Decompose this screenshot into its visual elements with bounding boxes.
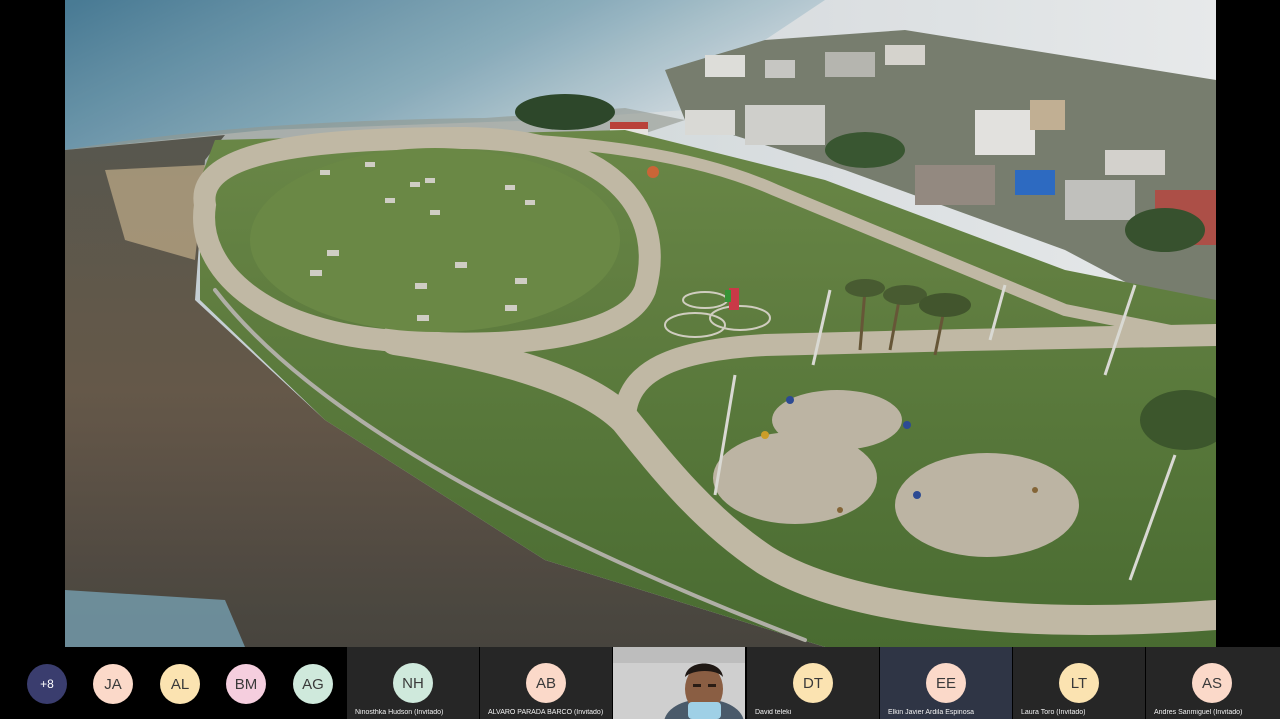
aerial-park-scene [65, 0, 1216, 647]
avatar: DT [793, 663, 833, 703]
participant-tile-ee[interactable]: EE Elkin Javier Ardila Espinosa [880, 647, 1012, 719]
participant-tile-nh[interactable]: NH Ninosthka Hudson (Invitado) [347, 647, 479, 719]
participant-name: ALVARO PARADA BARCO (Invitado) [488, 709, 604, 716]
participant-tile-lt[interactable]: LT Laura Toro (Invitado) [1013, 647, 1145, 719]
participant-tile-dt[interactable]: DT David teleki [747, 647, 879, 719]
participant-tile-camera[interactable] [613, 647, 745, 719]
avatar: EE [926, 663, 966, 703]
participant-avatar-ja[interactable]: JA [93, 664, 133, 704]
webcam-feed [613, 647, 745, 719]
more-participants-badge[interactable]: +8 [27, 664, 67, 704]
participant-name: David teleki [755, 709, 792, 716]
participant-avatar-ag[interactable]: AG [293, 664, 333, 704]
participant-name: Laura Toro (Invitado) [1021, 709, 1086, 716]
participant-avatar-bm[interactable]: BM [226, 664, 266, 704]
participant-name: Ninosthka Hudson (Invitado) [355, 709, 444, 716]
avatar: NH [393, 663, 433, 703]
participant-tile-as[interactable]: AS Andres Sanmiguel (Invitado) [1146, 647, 1280, 719]
participant-tile-ab[interactable]: AB ALVARO PARADA BARCO (Invitado) [480, 647, 612, 719]
shared-video-stage [0, 0, 1280, 647]
avatar: AB [526, 663, 566, 703]
avatar: AS [1192, 663, 1232, 703]
drone-video-feed[interactable] [65, 0, 1216, 647]
participant-avatar-al[interactable]: AL [160, 664, 200, 704]
participant-name: Elkin Javier Ardila Espinosa [888, 709, 974, 716]
avatar: LT [1059, 663, 1099, 703]
participant-name: Andres Sanmiguel (Invitado) [1154, 709, 1243, 716]
